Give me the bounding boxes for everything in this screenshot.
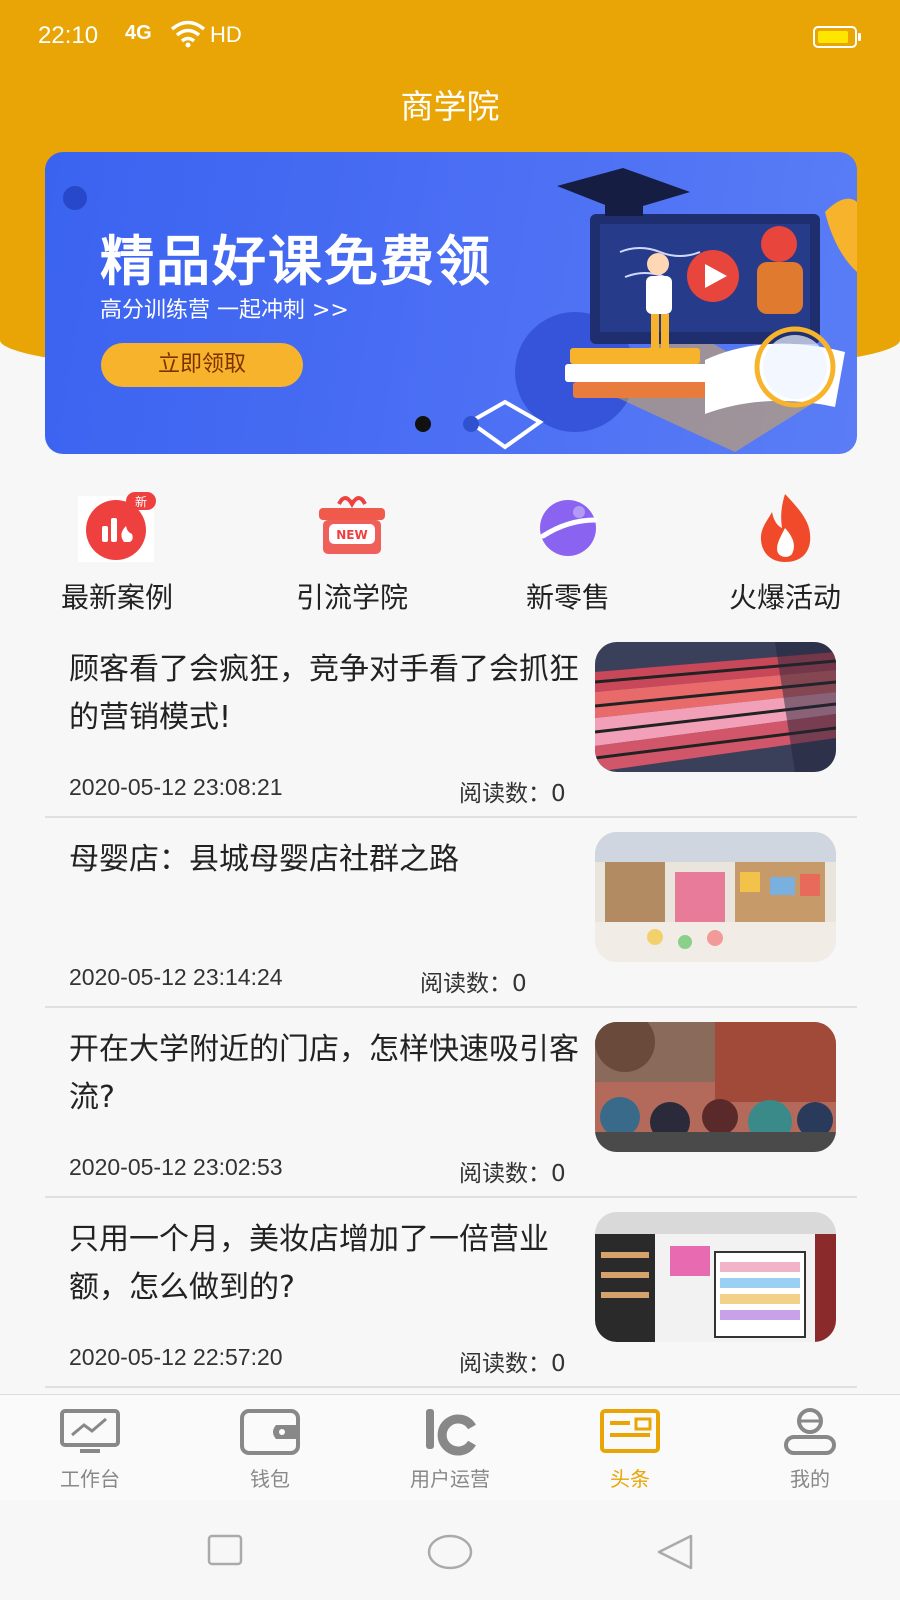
chart-new-icon: 新 — [74, 490, 160, 566]
article-thumbnail — [595, 1212, 836, 1342]
quick-menu-label: 火爆活动 — [728, 581, 841, 614]
banner-title: 精品好课免费领 — [100, 230, 492, 293]
article-item[interactable]: 母婴店：县城母婴店社群之路 2020-05-12 23:14:24 阅读数：0 — [45, 818, 857, 1008]
home-button[interactable] — [427, 1534, 473, 1574]
quick-badge: NEW — [336, 528, 367, 542]
status-bar: 22:10 4G HD — [0, 0, 900, 76]
recent-apps-button[interactable] — [207, 1534, 243, 1570]
article-date: 2020-05-12 23:02:53 — [69, 1154, 283, 1180]
tab-label: 工作台 — [60, 1467, 120, 1491]
article-item[interactable]: 顾客看了会疯狂，竞争对手看了会抓狂的营销模式! 2020-05-12 23:08… — [45, 628, 857, 818]
article-date: 2020-05-12 22:57:20 — [69, 1344, 283, 1370]
system-nav-bar — [0, 1500, 900, 1600]
tab-user-ops[interactable]: 用户运营 — [390, 1407, 510, 1492]
article-item[interactable]: 只用一个月，美妆店增加了一倍营业额，怎么做到的? 2020-05-12 22:5… — [45, 1198, 857, 1388]
page-title: 商学院 — [400, 87, 500, 126]
quick-menu-label: 新零售 — [525, 581, 610, 614]
wifi-icon — [170, 20, 206, 52]
article-thumbnail — [595, 832, 836, 962]
status-time: 22:10 — [38, 22, 99, 49]
bottom-tab-bar: 工作台 钱包 用户运营 头条 我的 — [0, 1394, 900, 1501]
article-thumbnail — [595, 1022, 836, 1152]
article-title: 母婴店：县城母婴店社群之路 — [69, 842, 459, 877]
article-title: 只用一个月，美妆店增加了一倍营业额，怎么做到的? — [69, 1222, 549, 1305]
article-read-count: 阅读数：0 — [459, 1161, 566, 1187]
quick-menu-latest-cases[interactable]: 新 最新案例 — [17, 490, 217, 616]
signal-icon: 4G — [125, 22, 152, 44]
article-title: 顾客看了会疯狂，竞争对手看了会抓狂的营销模式! — [69, 652, 579, 735]
quick-menu-label: 最新案例 — [60, 581, 173, 614]
wallet-icon — [238, 1407, 302, 1457]
article-date: 2020-05-12 23:08:21 — [69, 774, 283, 800]
network-type: HD — [210, 22, 242, 47]
planet-icon — [525, 490, 611, 566]
battery-icon — [813, 26, 861, 48]
quick-menu-new-retail[interactable]: 新零售 — [468, 490, 668, 616]
tab-label: 用户运营 — [410, 1467, 490, 1491]
tab-profile[interactable]: 我的 — [750, 1407, 870, 1492]
article-read-count: 阅读数：0 — [459, 1351, 566, 1377]
article-thumbnail — [595, 642, 836, 772]
promo-banner[interactable]: 精品好课免费领 高分训练营 一起冲刺 >> 立即领取 — [45, 152, 857, 454]
monitor-chart-icon — [58, 1407, 122, 1457]
gift-new-icon: NEW — [309, 490, 395, 566]
tab-headlines[interactable]: 头条 — [570, 1407, 690, 1492]
carousel-dot-active[interactable] — [415, 416, 431, 432]
profile-icon — [778, 1407, 842, 1457]
article-item[interactable]: 开在大学附近的门店，怎样快速吸引客流? 2020-05-12 23:02:53 … — [45, 1008, 857, 1198]
user-ops-icon — [418, 1407, 482, 1457]
claim-now-button[interactable]: 立即领取 — [101, 343, 303, 387]
article-title: 开在大学附近的门店，怎样快速吸引客流? — [69, 1032, 579, 1115]
carousel-dot[interactable] — [463, 416, 479, 432]
quick-badge: 新 — [135, 494, 147, 509]
tab-wallet[interactable]: 钱包 — [210, 1407, 330, 1492]
banner-subtitle[interactable]: 高分训练营 一起冲刺 >> — [100, 292, 349, 324]
article-read-count: 阅读数：0 — [459, 781, 566, 807]
tab-workbench[interactable]: 工作台 — [30, 1407, 150, 1492]
news-card-icon — [598, 1407, 662, 1457]
quick-menu-label: 引流学院 — [295, 581, 408, 614]
tab-label: 钱包 — [250, 1467, 290, 1491]
quick-menu-traffic-academy[interactable]: NEW 引流学院 — [252, 490, 452, 616]
tab-label: 我的 — [790, 1467, 830, 1491]
article-read-count: 阅读数：0 — [420, 971, 527, 997]
back-button[interactable] — [655, 1534, 695, 1574]
fire-icon — [742, 490, 828, 566]
tab-label: 头条 — [610, 1467, 650, 1491]
article-date: 2020-05-12 23:14:24 — [69, 964, 283, 990]
quick-menu-hot-events[interactable]: 火爆活动 — [685, 490, 885, 616]
